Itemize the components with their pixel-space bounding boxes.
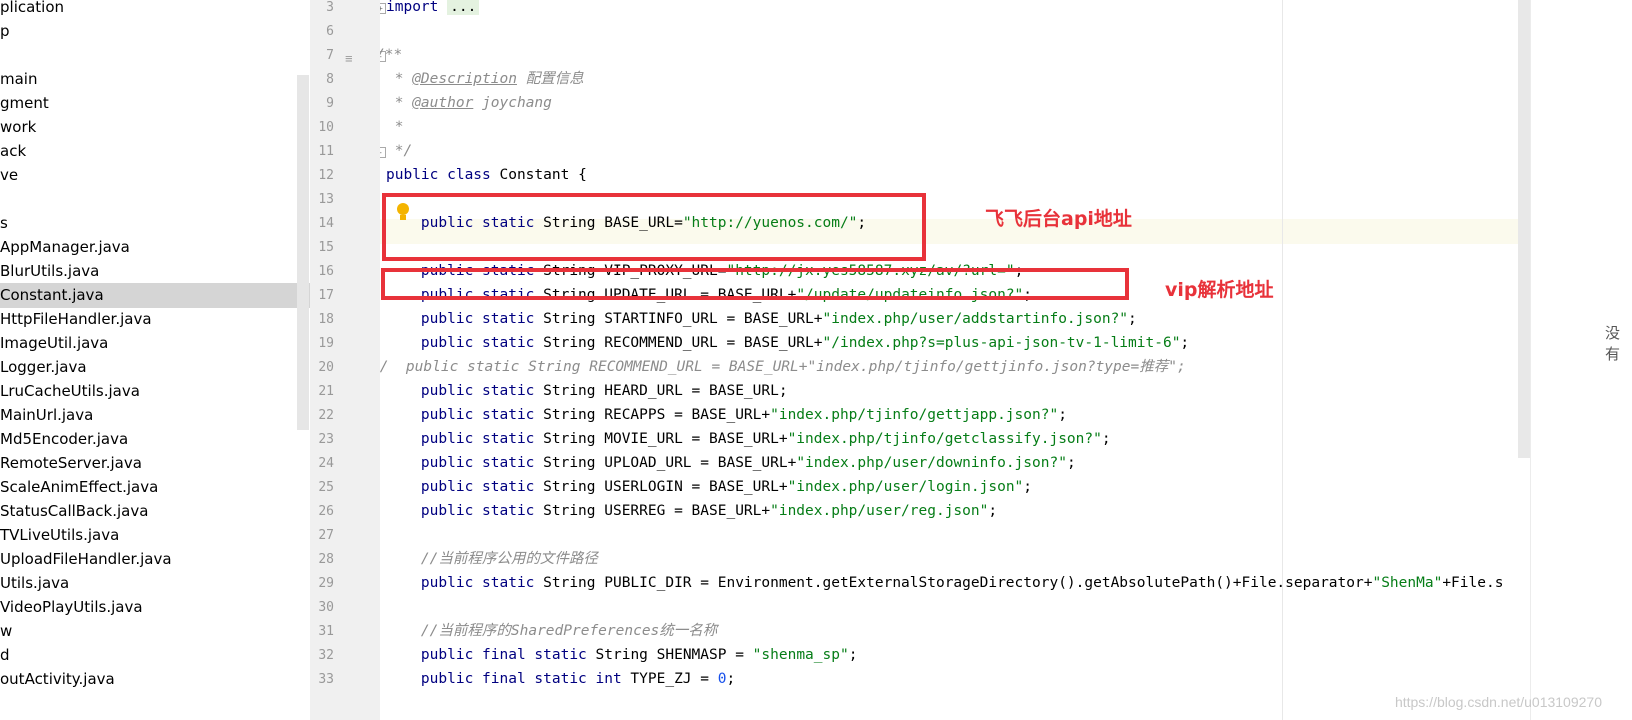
tree-item[interactable]: outActivity.java (0, 667, 310, 692)
tree-item[interactable]: Md5Encoder.java (0, 427, 310, 452)
line-number: 6 (326, 24, 334, 39)
tree-item[interactable]: TVLiveUtils.java (0, 523, 310, 548)
code-line: public static String USERLOGIN = BASE_UR… (386, 479, 1033, 495)
code-editor[interactable]: + import ... - /** * @Description 配置信息 *… (380, 0, 1530, 720)
tree-item[interactable]: StatusCallBack.java (0, 499, 310, 524)
line-number: 7 (326, 48, 334, 63)
tree-item[interactable]: MainUrl.java (0, 403, 310, 428)
line-number: 17 (318, 288, 334, 303)
tree-item[interactable]: Logger.java (0, 355, 310, 380)
line-number: 10 (318, 120, 334, 135)
right-margin-guide (1282, 0, 1283, 720)
code-line: //当前程序的SharedPreferences统一名称 (386, 623, 718, 639)
line-number-gutter: 3 6 7 8 9 10 11 12 13 14 15 16 17 18 19 … (310, 0, 381, 720)
tree-item[interactable]: AppManager.java (0, 235, 310, 260)
line-number: 16 (318, 264, 334, 279)
code-line: public static String RECAPPS = BASE_URL+… (386, 407, 1067, 423)
code-line: public class Constant { (386, 167, 587, 183)
line-number: 22 (318, 408, 334, 423)
tree-item-selected[interactable]: Constant.java (0, 283, 310, 308)
line-number: 19 (318, 336, 334, 351)
annotation-label-vip: vip解析地址 (1165, 279, 1274, 301)
annotation-label-api: 飞飞后台api地址 (985, 208, 1132, 230)
right-panel-text: 没有 (1605, 325, 1621, 363)
line-number: 9 (326, 96, 334, 111)
code-line: */ (386, 143, 413, 159)
code-line: public final static String SHENMASP = "s… (386, 647, 858, 663)
code-line: import ... (386, 0, 480, 20)
code-line: * @author joychang (386, 95, 552, 111)
code-line: /** (380, 47, 403, 63)
tree-item[interactable]: d (0, 643, 310, 668)
code-line: public static String HEARD_URL = BASE_UR… (386, 383, 788, 399)
tree-item[interactable]: LruCacheUtils.java (0, 379, 310, 404)
tree-item[interactable]: gment (0, 91, 310, 116)
watermark: https://blog.csdn.net/u013109270 (1394, 694, 1602, 710)
code-line: public static String STARTINFO_URL = BAS… (386, 311, 1137, 327)
tree-item[interactable]: work (0, 115, 310, 140)
code-line: * @Description 配置信息 (386, 71, 584, 87)
tree-item[interactable]: BlurUtils.java (0, 259, 310, 284)
line-number: 32 (318, 648, 334, 663)
tree-item[interactable]: ve (0, 163, 310, 188)
line-number: 21 (318, 384, 334, 399)
line-number: 20 (318, 360, 334, 375)
line-number: 28 (318, 552, 334, 567)
tree-item[interactable]: ScaleAnimEffect.java (0, 475, 310, 500)
tree-item[interactable]: ack (0, 139, 310, 164)
tree-item[interactable]: plication (0, 0, 310, 20)
tree-scrollbar[interactable] (297, 75, 309, 430)
line-number: 13 (318, 192, 334, 207)
code-line: public static String RECOMMEND_URL = BAS… (386, 335, 1190, 351)
line-number: 29 (318, 576, 334, 591)
tree-item[interactable]: VideoPlayUtils.java (0, 595, 310, 620)
line-number: 18 (318, 312, 334, 327)
line-number: 25 (318, 480, 334, 495)
line-number: 23 (318, 432, 334, 447)
code-line: public static String USERREG = BASE_URL+… (386, 503, 998, 519)
tree-item[interactable]: w (0, 619, 310, 644)
line-number: 33 (318, 672, 334, 687)
project-tree: plication p main gment work ack ve s App… (0, 0, 310, 720)
tree-item[interactable]: s (0, 211, 310, 236)
editor-scrollbar[interactable] (1518, 0, 1530, 458)
line-number: 12 (318, 168, 334, 183)
code-line: //当前程序公用的文件路径 (386, 551, 598, 567)
doc-comment-toggle-icon[interactable]: ≡ (345, 52, 359, 66)
code-line: public final static int TYPE_ZJ = 0; (386, 671, 736, 687)
tree-item[interactable]: ImageUtil.java (0, 331, 310, 356)
line-number: 8 (326, 72, 334, 87)
line-number: 27 (318, 528, 334, 543)
annotation-box-api (382, 193, 926, 261)
code-line: public static String UPLOAD_URL = BASE_U… (386, 455, 1076, 471)
line-number: 30 (318, 600, 334, 615)
tree-item[interactable]: Utils.java (0, 571, 310, 596)
tree-item[interactable]: UploadFileHandler.java (0, 547, 310, 572)
code-line: // public static String RECOMMEND_URL = … (380, 359, 1186, 375)
code-line: * (386, 119, 404, 135)
line-number: 24 (318, 456, 334, 471)
line-number: 31 (318, 624, 334, 639)
line-number: 3 (326, 0, 334, 15)
code-line: public static String MOVIE_URL = BASE_UR… (386, 431, 1111, 447)
line-number: 11 (318, 144, 334, 159)
annotation-box-vip (381, 268, 1129, 300)
line-number: 14 (318, 216, 334, 231)
line-number: 15 (318, 240, 334, 255)
tree-item[interactable]: main (0, 67, 310, 92)
tree-item[interactable]: RemoteServer.java (0, 451, 310, 476)
tree-item[interactable]: HttpFileHandler.java (0, 307, 310, 332)
code-line: public static String PUBLIC_DIR = Enviro… (386, 575, 1504, 591)
tree-item[interactable]: p (0, 19, 310, 44)
line-number: 26 (318, 504, 334, 519)
